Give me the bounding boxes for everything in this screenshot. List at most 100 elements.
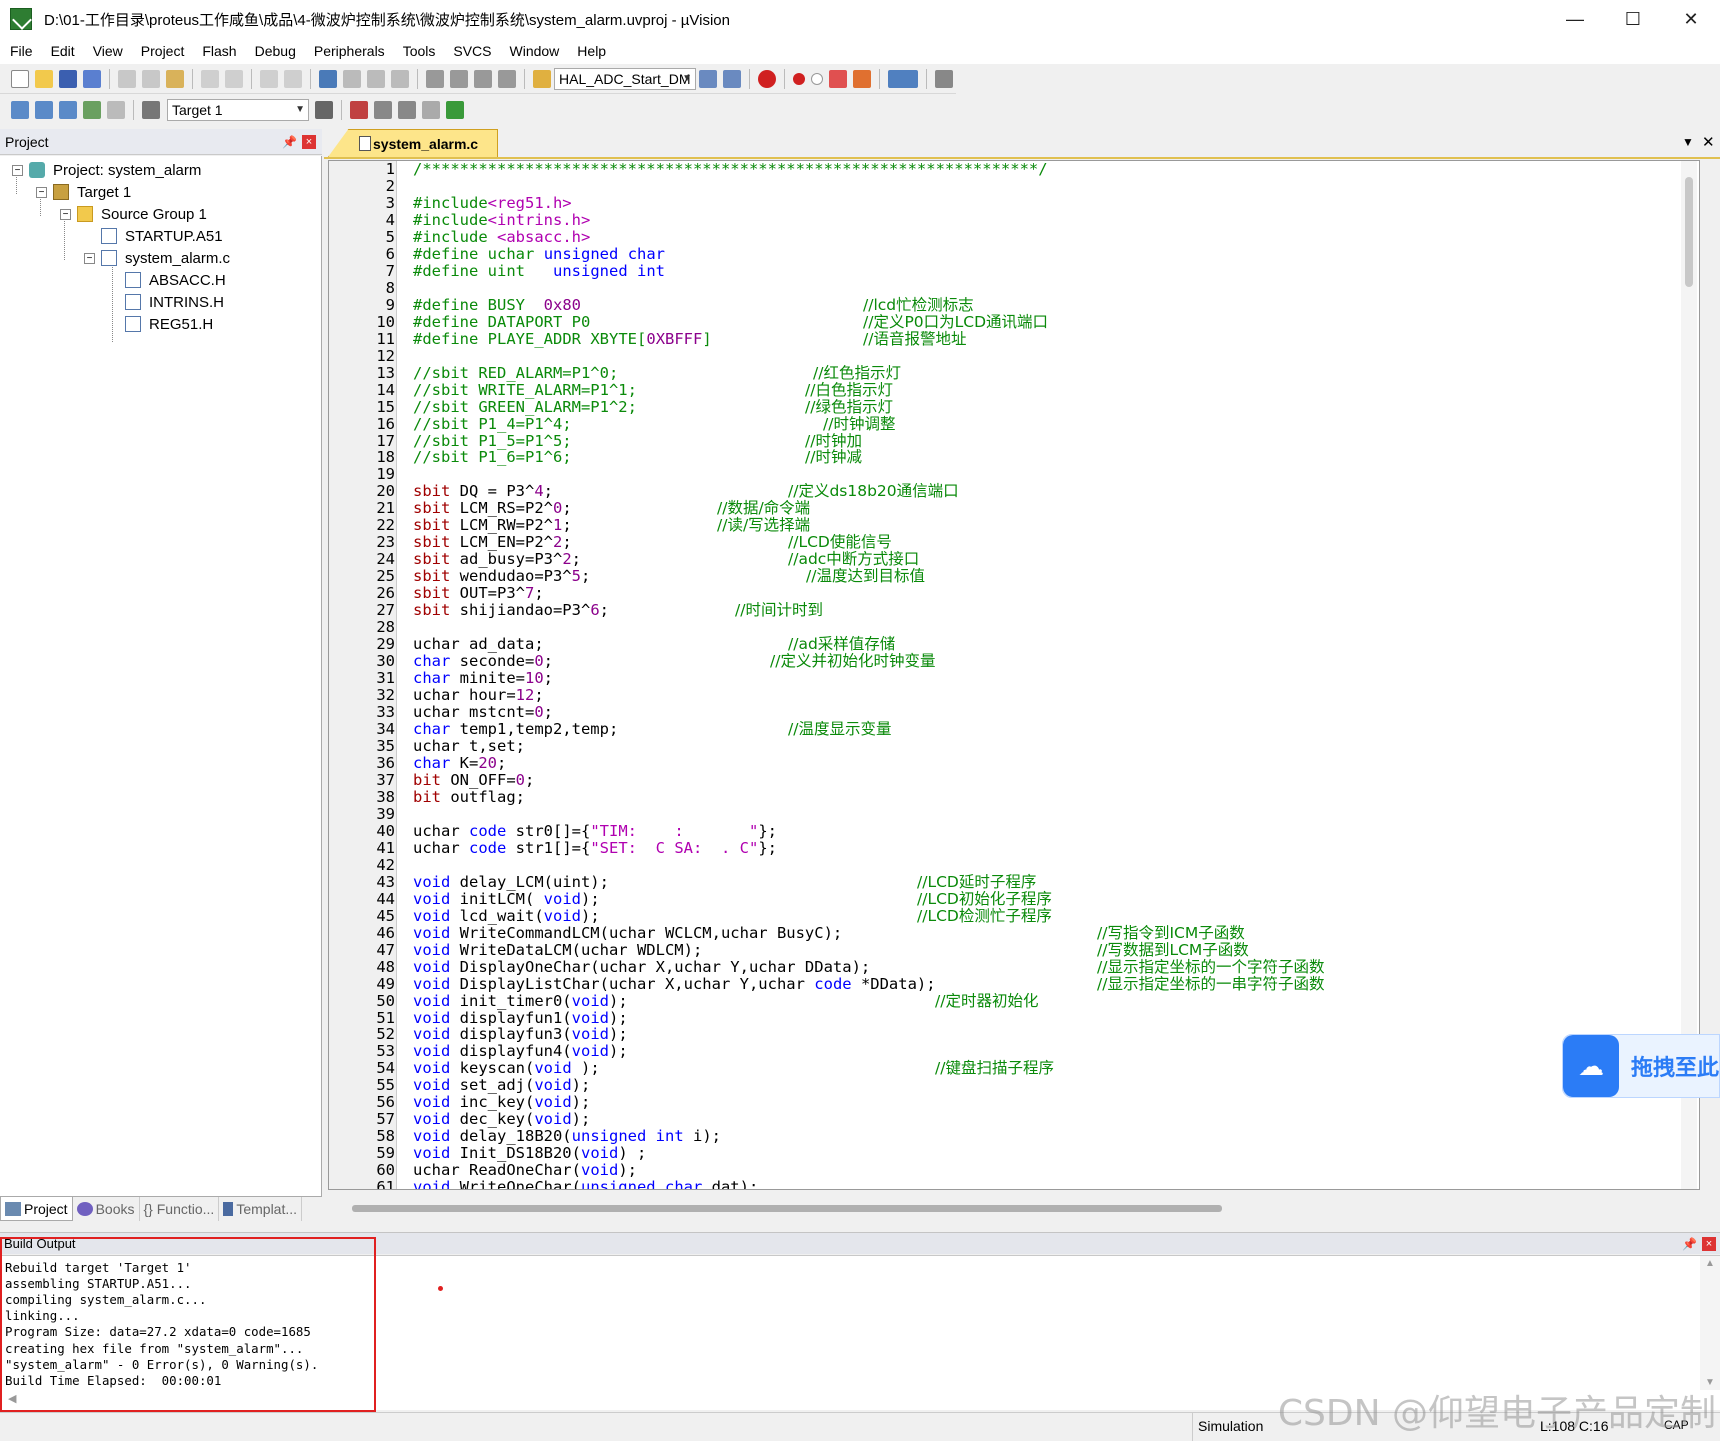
code-line[interactable]: void inc_key(void); <box>413 1094 590 1111</box>
find-icon[interactable] <box>699 69 717 88</box>
find-combo[interactable]: HAL_ADC_Start_DM ▼ <box>554 67 696 90</box>
baidu-drag-widget[interactable]: ☁ 拖拽至此 <box>1562 1034 1720 1098</box>
code-line[interactable]: //sbit P1_5=P1^5; <box>413 432 572 450</box>
debug-session-icon[interactable] <box>758 69 776 88</box>
tab-system-alarm-c[interactable]: system_alarm.c <box>328 129 498 157</box>
tree-item-source-group[interactable]: − Source Group 1 <box>60 203 207 225</box>
code-line[interactable]: void delay_18B20(unsigned int i); <box>413 1128 721 1145</box>
code-line[interactable]: sbit OUT=P3^7; <box>413 585 544 602</box>
code-comment[interactable]: //温度达到目标值 <box>806 568 925 585</box>
tab-functions[interactable]: {} Functio... <box>140 1197 220 1221</box>
next-bookmark-icon[interactable] <box>367 69 385 88</box>
pack-installer-icon[interactable] <box>446 101 464 119</box>
code-line[interactable]: char minite=10; <box>413 670 553 687</box>
code-line[interactable]: void Init_DS18B20(void) ; <box>413 1145 646 1162</box>
code-line[interactable]: uchar code str1[]={"SET: C SA: . C"}; <box>413 839 777 857</box>
tree-item-file[interactable]: STARTUP.A51 <box>101 225 223 247</box>
code-line[interactable]: #define PLAYE_ADDR XBYTE[0XBFFF] <box>413 330 712 348</box>
collapse-icon[interactable]: − <box>60 208 71 220</box>
menu-view[interactable]: View <box>83 43 131 59</box>
code-line[interactable]: void dec_key(void); <box>413 1111 590 1128</box>
code-comment[interactable]: //LCD初始化子程序 <box>917 890 1052 908</box>
scroll-up-icon[interactable]: ▲ <box>1705 1258 1715 1269</box>
code-line[interactable]: sbit shijiandao=P3^6; <box>413 602 609 619</box>
code-line[interactable]: uchar code str0[]={"TIM: : "}; <box>413 822 777 840</box>
code-line[interactable]: #define DATAPORT P0 <box>413 313 590 331</box>
menu-project[interactable]: Project <box>131 43 193 59</box>
tree-item-project[interactable]: − Project: system_alarm <box>12 159 201 181</box>
build-icon[interactable] <box>35 101 53 119</box>
run-time-environment-icon[interactable] <box>422 101 440 119</box>
code-comment[interactable]: //温度显示变量 <box>788 721 891 738</box>
vertical-scroll-thumb[interactable] <box>1685 177 1693 287</box>
tab-list-icon[interactable]: ▼ <box>1682 135 1694 149</box>
code-line[interactable]: /***************************************… <box>413 161 1048 178</box>
code-line[interactable]: char K=20; <box>413 754 506 772</box>
build-output-scrollbar[interactable]: ▲ ▼ <box>1700 1256 1720 1390</box>
rebuild-icon[interactable] <box>59 101 77 119</box>
code-comment[interactable]: //定时器初始化 <box>935 992 1038 1010</box>
code-line[interactable]: void DisplayListChar(uchar X,uchar Y,uch… <box>413 975 936 993</box>
code-comment[interactable]: //时钟减 <box>805 449 862 466</box>
menu-tools[interactable]: Tools <box>393 43 444 59</box>
code-line[interactable]: sbit LCM_RW=P2^1; <box>413 517 572 534</box>
tree-item-target[interactable]: − Target 1 <box>36 181 131 203</box>
enable-breakpoint-icon[interactable] <box>811 72 823 85</box>
comment-icon[interactable] <box>474 69 492 88</box>
redo-icon[interactable] <box>225 69 243 88</box>
code-line[interactable]: bit outflag; <box>413 788 525 806</box>
file-extensions-icon[interactable] <box>374 101 392 119</box>
code-line[interactable]: sbit DQ = P3^4; <box>413 483 553 500</box>
code-comment[interactable]: //红色指示灯 <box>813 364 901 382</box>
code-comment[interactable]: //定义ds18b20通信端口 <box>788 483 959 500</box>
code-line[interactable]: //sbit RED_ALARM=P1^0; <box>413 364 618 382</box>
code-line[interactable]: //sbit P1_6=P1^6; <box>413 449 572 466</box>
insert-breakpoint-icon[interactable] <box>793 72 805 85</box>
code-line[interactable]: void displayfun4(void); <box>413 1043 628 1060</box>
code-comment[interactable]: //时钟调整 <box>823 415 895 433</box>
code-line[interactable]: #include<intrins.h> <box>413 211 590 229</box>
code-line[interactable]: sbit LCM_EN=P2^2; <box>413 534 572 551</box>
collapse-icon[interactable]: − <box>84 252 95 264</box>
code-line[interactable]: void delay_LCM(uint); <box>413 873 609 891</box>
menu-file[interactable]: File <box>0 43 41 59</box>
code-comment[interactable]: //读/写选择端 <box>717 517 810 534</box>
uncomment-icon[interactable] <box>498 69 516 88</box>
chevron-down-icon[interactable]: ▼ <box>682 73 692 84</box>
target-options-icon[interactable] <box>315 101 333 119</box>
maximize-button[interactable]: ☐ <box>1604 0 1662 38</box>
bookmark-icon[interactable] <box>319 69 337 88</box>
menu-edit[interactable]: Edit <box>41 43 83 59</box>
code-line[interactable]: void WriteOneChar(unsigned char dat); <box>413 1179 758 1189</box>
code-comment[interactable]: //adc中断方式接口 <box>788 551 919 568</box>
code-line[interactable]: void initLCM( void); <box>413 890 600 908</box>
code-line[interactable]: #define uchar unsigned char <box>413 245 665 263</box>
collapse-icon[interactable]: − <box>36 186 47 198</box>
code-line[interactable]: uchar ad_data; <box>413 636 544 653</box>
code-line[interactable]: uchar hour=12; <box>413 687 544 704</box>
code-line[interactable]: void set_adj(void); <box>413 1077 590 1094</box>
code-line[interactable]: //sbit P1_4=P1^4; <box>413 415 572 433</box>
code-line[interactable]: sbit ad_busy=P3^2; <box>413 551 581 568</box>
code-comment[interactable]: //时钟加 <box>805 432 862 450</box>
code-comment[interactable]: //定义并初始化时钟变量 <box>770 653 935 670</box>
save-icon[interactable] <box>59 69 77 88</box>
code-comment[interactable]: //显示指定坐标的一个字符子函数 <box>1097 958 1324 976</box>
code-line[interactable]: uchar ReadOneChar(void); <box>413 1162 637 1179</box>
code-area[interactable]: /***************************************… <box>413 161 1679 1189</box>
incremental-find-icon[interactable] <box>723 69 741 88</box>
code-comment[interactable]: //LCD检测忙子程序 <box>917 907 1052 925</box>
tab-project[interactable]: Project <box>0 1197 73 1221</box>
tab-books[interactable]: Books <box>73 1197 140 1221</box>
code-line[interactable]: #include<reg51.h> <box>413 194 572 212</box>
code-line[interactable]: char temp1,temp2,temp; <box>413 721 618 738</box>
menu-debug[interactable]: Debug <box>245 43 304 59</box>
manage-components-icon[interactable] <box>350 101 368 119</box>
code-line[interactable]: bit ON_OFF=0; <box>413 771 534 789</box>
tree-item-header[interactable]: INTRINS.H <box>125 291 224 313</box>
code-line[interactable]: #define BUSY 0x80 <box>413 296 581 314</box>
navigate-back-icon[interactable] <box>260 69 278 88</box>
code-comment[interactable]: //白色指示灯 <box>805 381 893 399</box>
find-in-files-icon[interactable] <box>533 69 551 88</box>
code-line[interactable]: void WriteCommandLCM(uchar WCLCM,uchar B… <box>413 924 842 942</box>
